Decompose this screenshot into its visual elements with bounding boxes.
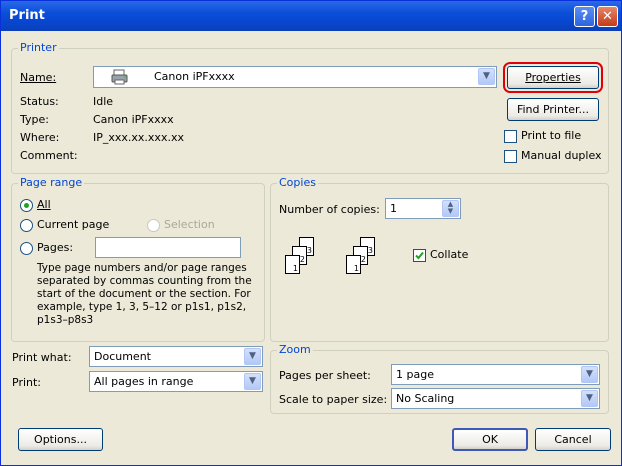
printer-name-value: Canon iPFxxxx xyxy=(154,70,235,83)
chevron-down-icon[interactable]: ▼ xyxy=(244,373,261,390)
collate-label: Collate xyxy=(430,248,469,261)
spinner-up-down-icon[interactable]: ▲ ▼ xyxy=(442,200,459,217)
status-label: Status: xyxy=(20,95,59,108)
options-button-label: Options... xyxy=(34,433,87,446)
current-page-radio[interactable] xyxy=(20,219,33,232)
find-printer-button[interactable]: Find Printer... xyxy=(507,98,599,121)
print-what-value: Document xyxy=(94,350,151,363)
manual-duplex-label: Manual duplex xyxy=(521,149,602,162)
cancel-button-label: Cancel xyxy=(554,433,592,446)
pages-per-sheet-value: 1 page xyxy=(396,368,434,381)
selection-label: Selection xyxy=(164,218,215,231)
pages-per-sheet-select[interactable]: 1 page ▼ xyxy=(391,364,600,385)
page-number: 2 xyxy=(299,255,305,264)
print-what-select[interactable]: Document ▼ xyxy=(89,346,263,367)
number-of-copies-label: Number of copies: xyxy=(279,203,380,216)
selection-radio xyxy=(147,219,160,232)
page-number: 1 xyxy=(353,264,359,273)
page-icon: 1 xyxy=(346,255,361,274)
collate-checkbox[interactable] xyxy=(413,249,426,262)
radio-selected-dot xyxy=(24,203,29,208)
print-to-file-label: Print to file xyxy=(521,129,582,142)
current-page-label: Current page xyxy=(37,218,110,231)
properties-button[interactable]: Properties xyxy=(503,62,603,93)
status-value: Idle xyxy=(93,95,114,108)
where-value: IP_xxx.xx.xxx.xx xyxy=(93,131,184,144)
manual-duplex-checkbox[interactable] xyxy=(504,150,517,163)
print-dialog: Print ? ✕ Printer Name: Canon iPFxxxx ▼ … xyxy=(0,0,622,466)
all-radio[interactable] xyxy=(20,199,33,212)
close-icon: ✕ xyxy=(602,9,613,24)
all-label: All xyxy=(37,198,51,211)
chevron-down-icon[interactable]: ▼ xyxy=(478,68,495,85)
print-to-file-checkbox[interactable] xyxy=(504,130,517,143)
checkmark-icon xyxy=(415,251,424,260)
page-number: 3 xyxy=(367,246,373,255)
print-label: Print: xyxy=(12,376,42,389)
close-button[interactable]: ✕ xyxy=(597,6,618,27)
print-select[interactable]: All pages in range ▼ xyxy=(89,371,263,392)
options-button[interactable]: Options... xyxy=(18,428,103,451)
page-number: 1 xyxy=(292,264,298,273)
copies-legend: Copies xyxy=(277,176,318,189)
page-range-help-text: Type page numbers and/or page ranges sep… xyxy=(37,262,252,326)
page-range-legend: Page range xyxy=(18,176,85,189)
ok-button[interactable]: OK xyxy=(452,428,528,451)
printer-name-select[interactable]: Canon iPFxxxx ▼ xyxy=(93,66,497,88)
chevron-down-icon[interactable]: ▼ xyxy=(244,348,261,365)
chevron-down-icon[interactable]: ▼ xyxy=(581,366,598,383)
type-label: Type: xyxy=(20,113,49,126)
pages-input[interactable] xyxy=(95,237,241,258)
title-bar[interactable]: Print ? ✕ xyxy=(1,1,621,31)
copies-value: 1 xyxy=(390,202,397,215)
scale-to-paper-size-value: No Scaling xyxy=(396,392,455,405)
dialog-title: Print xyxy=(9,8,45,23)
copies-spinner[interactable]: 1 ▲ ▼ xyxy=(385,198,461,219)
print-value: All pages in range xyxy=(94,375,194,388)
page-icon: 1 xyxy=(285,255,300,274)
scale-to-paper-size-label: Scale to paper size: xyxy=(279,393,388,406)
zoom-legend: Zoom xyxy=(277,343,313,356)
page-number: 3 xyxy=(306,246,312,255)
pages-per-sheet-label: Pages per sheet: xyxy=(279,369,371,382)
printer-icon xyxy=(111,69,129,85)
page-number: 2 xyxy=(360,255,366,264)
type-value: Canon iPFxxxx xyxy=(93,113,174,126)
scale-to-paper-size-select[interactable]: No Scaling ▼ xyxy=(391,388,600,409)
chevron-down-icon[interactable]: ▼ xyxy=(581,390,598,407)
pages-radio[interactable] xyxy=(20,242,33,255)
pages-label: Pages: xyxy=(37,241,74,254)
cancel-button[interactable]: Cancel xyxy=(535,428,611,451)
help-icon: ? xyxy=(580,9,589,24)
properties-button-label: Properties xyxy=(525,71,581,84)
printer-legend: Printer xyxy=(18,41,59,54)
where-label: Where: xyxy=(20,131,60,144)
help-button[interactable]: ? xyxy=(574,6,595,27)
comment-label: Comment: xyxy=(20,149,78,162)
find-printer-button-label: Find Printer... xyxy=(516,103,590,116)
dialog-body: Printer Name: Canon iPFxxxx ▼ Properties… xyxy=(1,31,621,465)
name-label: Name: xyxy=(20,71,57,84)
ok-button-label: OK xyxy=(482,433,498,446)
print-what-label: Print what: xyxy=(12,351,72,364)
